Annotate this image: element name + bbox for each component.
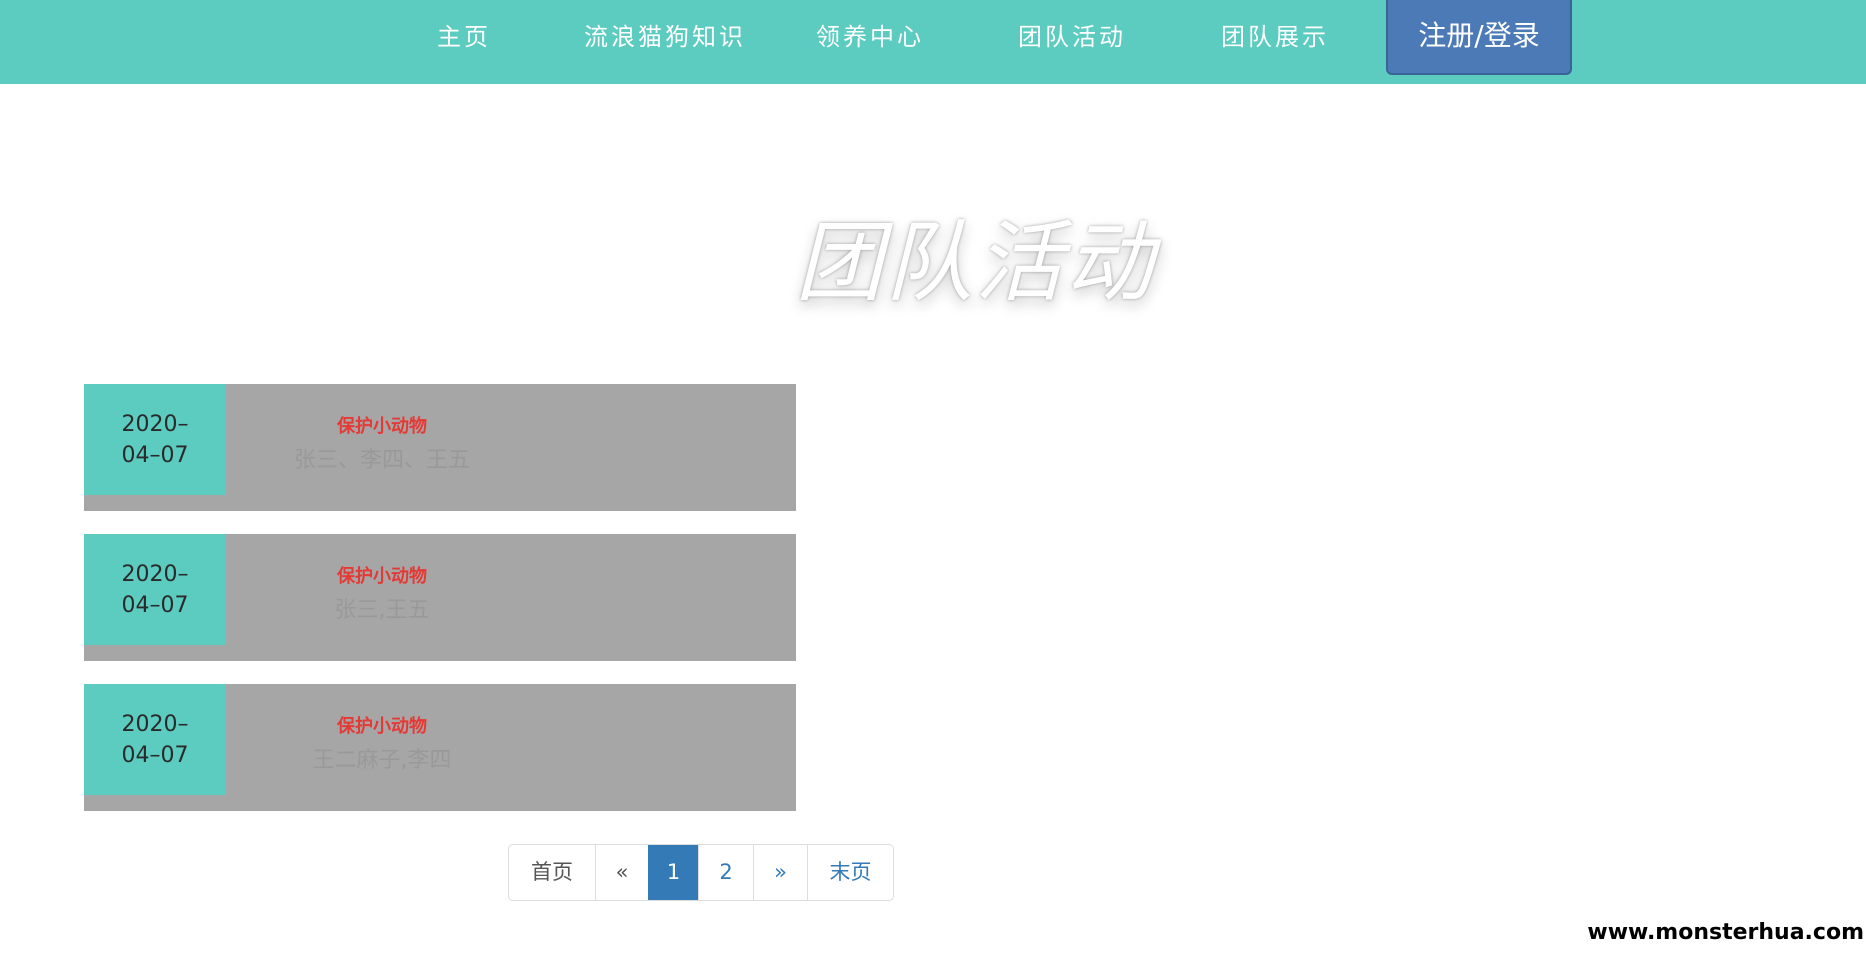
activity-date-year: 2020– [121, 562, 189, 587]
activity-members: 王二麻子,李四 [312, 748, 452, 773]
activity-card[interactable]: 2020– 04–07 保护小动物 张三、李四、王五 [84, 384, 796, 511]
nav-item-home[interactable]: 主页 [420, 0, 508, 74]
pagination-page-2[interactable]: 2 [698, 845, 753, 900]
pagination: 首页 « 1 2 » 末页 [508, 844, 894, 901]
activity-date-day: 04–07 [121, 443, 189, 468]
nav-item-stray-knowledge[interactable]: 流浪猫狗知识 [575, 0, 755, 74]
activity-date-year: 2020– [121, 712, 189, 737]
activity-title[interactable]: 保护小动物 [226, 562, 538, 588]
activity-members: 张三、李四、王五 [293, 448, 470, 473]
activity-date-day: 04–07 [121, 593, 189, 618]
activity-date-day: 04–07 [121, 743, 189, 768]
page-title: 团队活动 [794, 211, 1155, 314]
activity-card[interactable]: 2020– 04–07 保护小动物 王二麻子,李四 [84, 684, 796, 811]
activity-title[interactable]: 保护小动物 [226, 412, 538, 438]
activity-members: 张三,王五 [334, 598, 430, 623]
page: 主页 流浪猫狗知识 领养中心 团队活动 团队展示 注册/登录 团队活动 2020… [0, 0, 1866, 964]
nav-item-adoption-center[interactable]: 领养中心 [808, 0, 932, 74]
activity-date: 2020– 04–07 [84, 534, 226, 645]
activity-title[interactable]: 保护小动物 [226, 712, 538, 738]
pagination-prev-button[interactable]: « [595, 845, 648, 900]
top-navbar: 主页 流浪猫狗知识 领养中心 团队活动 团队展示 注册/登录 [0, 0, 1866, 84]
activity-date: 2020– 04–07 [84, 684, 226, 795]
pagination-first-button[interactable]: 首页 [509, 845, 595, 900]
nav-item-team-activity[interactable]: 团队活动 [1010, 0, 1134, 74]
pagination-last-button[interactable]: 末页 [807, 845, 893, 900]
register-login-button[interactable]: 注册/登录 [1386, 0, 1572, 75]
activity-card[interactable]: 2020– 04–07 保护小动物 张三,王五 [84, 534, 796, 661]
nav-item-team-showcase[interactable]: 团队展示 [1213, 0, 1337, 74]
pagination-next-button[interactable]: » [753, 845, 807, 900]
activity-date: 2020– 04–07 [84, 384, 226, 495]
watermark-text: www.monsterhua.com [1587, 920, 1864, 945]
activity-date-year: 2020– [121, 412, 189, 437]
pagination-page-1[interactable]: 1 [648, 845, 698, 900]
